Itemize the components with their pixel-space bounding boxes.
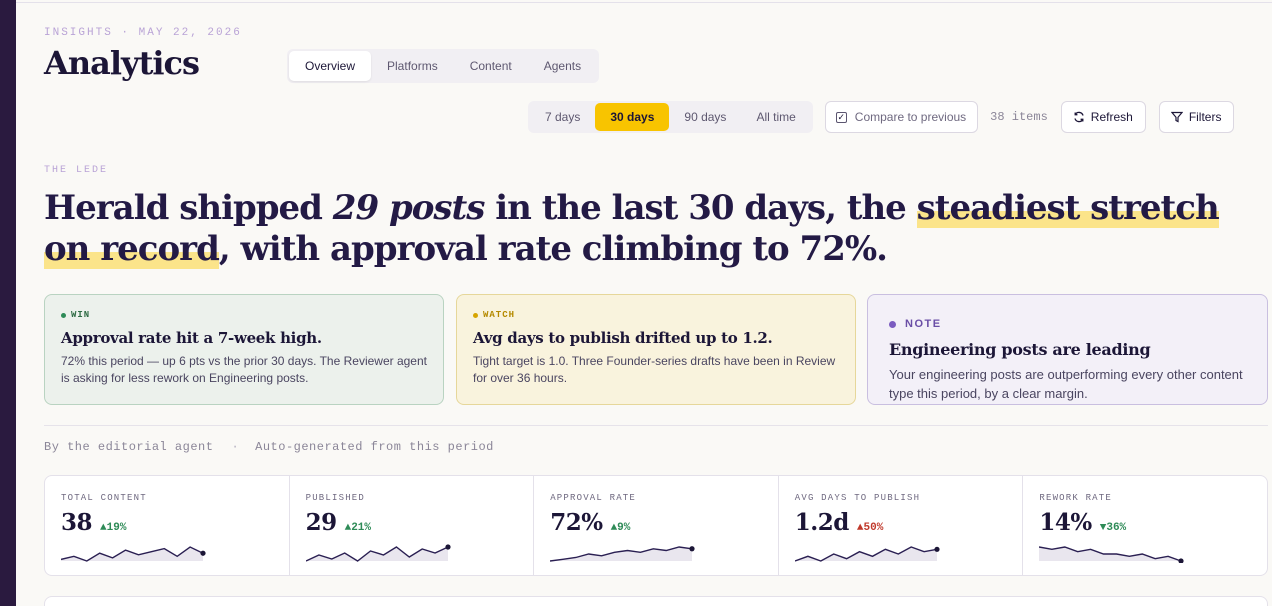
page-title: Analytics — [44, 44, 200, 82]
status-dot-icon — [61, 312, 66, 318]
filters-button[interactable]: Filters — [1158, 101, 1235, 133]
page-eyebrow: INSIGHTS · MAY 22, 2026 — [44, 27, 242, 39]
sparkline-area — [305, 547, 448, 561]
card-tag: NOTE — [889, 318, 1246, 330]
card-tag: WIN — [61, 310, 427, 320]
kpi-value: 14% — [1039, 509, 1092, 536]
tab-content[interactable]: Content — [454, 51, 528, 81]
kpi-label: APPROVAL RATE — [550, 493, 636, 503]
lede-label: THE LEDE — [44, 165, 109, 176]
kpi-delta: ▼36% — [1099, 522, 1127, 534]
insight-card-win: WIN Approval rate hit a 7-week high. 72%… — [44, 294, 444, 405]
kpi-sparkline — [1039, 546, 1184, 563]
insight-cards: WIN Approval rate hit a 7-week high. 72%… — [44, 294, 1268, 405]
sparkline-endpoint — [1178, 558, 1184, 563]
insight-card-note: NOTE Engineering posts are leading Your … — [867, 294, 1268, 405]
kpi-rework-rate[interactable]: REWORK RATE 14% ▼36% — [1022, 476, 1267, 575]
kpi-delta: ▲9% — [610, 522, 631, 534]
lede-text-1: Herald shipped — [44, 188, 333, 228]
sparkline-endpoint — [444, 544, 451, 550]
kpi-value: 72% — [550, 509, 603, 536]
section-divider — [44, 425, 1268, 426]
kpi-approval-rate[interactable]: APPROVAL RATE 72% ▲9% — [533, 476, 778, 575]
kpi-delta: ▲19% — [100, 522, 127, 534]
status-dot-icon — [473, 312, 478, 318]
tab-agents[interactable]: Agents — [528, 51, 597, 81]
view-tabs: Overview Platforms Content Agents — [287, 49, 600, 83]
kpi-sparkline — [794, 546, 940, 562]
next-panel — [44, 596, 1268, 606]
refresh-button[interactable]: Refresh — [1060, 101, 1146, 133]
lede-text-2: in the last 30 days, the — [484, 188, 917, 228]
main-content: INSIGHTS · MAY 22, 2026 Analytics Overvi… — [44, 0, 1272, 606]
compare-toggle[interactable]: ✓ Compare to previous — [824, 101, 979, 133]
range-30-days[interactable]: 30 days — [595, 103, 670, 131]
sparkline-endpoint — [934, 546, 940, 552]
byline-note: Auto-generated from this period — [255, 440, 494, 454]
kpi-sparkline — [305, 544, 451, 562]
filter-toolbar: 7 days 30 days 90 days All time ✓ Compar… — [528, 101, 1235, 133]
refresh-icon — [1074, 111, 1084, 123]
kpi-label: AVG DAYS TO PUBLISH — [794, 493, 921, 503]
card-title: Engineering posts are leading — [889, 340, 1151, 359]
kpi-label: TOTAL CONTENT — [61, 493, 147, 503]
card-body: Tight target is 1.0. Three Founder-serie… — [473, 354, 836, 385]
app-sidebar — [0, 0, 16, 606]
card-tag: WATCH — [473, 310, 839, 320]
compare-label: Compare to previous — [854, 110, 967, 124]
kpi-sparkline — [550, 546, 695, 562]
lede-headline: Herald shipped 29 posts in the last 30 d… — [44, 188, 1224, 270]
card-tag-label: NOTE — [905, 318, 942, 330]
date-range-selector: 7 days 30 days 90 days All time — [528, 101, 813, 133]
kpi-delta: ▲50% — [856, 522, 884, 534]
kpi-published[interactable]: PUBLISHED 29 ▲21% — [288, 476, 534, 575]
kpi-sparkline — [61, 546, 206, 562]
kpi-label: PUBLISHED — [305, 493, 366, 503]
lede-text-3: , with approval rate climbing to 72%. — [218, 229, 888, 269]
range-7-days[interactable]: 7 days — [530, 103, 595, 131]
card-title: Avg days to publish drifted up to 1.2. — [473, 329, 773, 347]
filter-icon — [1170, 111, 1183, 123]
range-all-time[interactable]: All time — [741, 103, 810, 131]
kpi-strip: TOTAL CONTENT 38 ▲19% PUBLISHED 29 ▲21% AP… — [44, 475, 1268, 576]
tab-platforms[interactable]: Platforms — [371, 51, 454, 81]
sparkline-endpoint — [689, 546, 695, 552]
items-count: 38 items — [990, 110, 1048, 124]
card-tag-label: WATCH — [483, 310, 516, 320]
kpi-delta: ▲21% — [344, 522, 372, 534]
kpi-avg-days-to-publish[interactable]: AVG DAYS TO PUBLISH 1.2d ▲50% — [777, 476, 1023, 575]
sparkline-endpoint — [200, 550, 206, 556]
status-dot-icon — [889, 320, 896, 328]
card-tag-label: WIN — [71, 310, 91, 320]
kpi-value: 1.2d — [794, 509, 850, 536]
byline-separator: · — [231, 440, 240, 454]
compare-checkbox[interactable]: ✓ — [835, 111, 847, 123]
byline-author: By the editorial agent — [44, 440, 214, 454]
byline: By the editorial agent · Auto-generated fr… — [44, 440, 494, 454]
card-body: Your engineering posts are outperforming… — [889, 367, 1243, 401]
kpi-label: REWORK RATE — [1039, 493, 1112, 503]
kpi-total-content[interactable]: TOTAL CONTENT 38 ▲19% — [45, 476, 289, 575]
tab-overview[interactable]: Overview — [289, 51, 372, 81]
card-title: Approval rate hit a 7-week high. — [61, 329, 322, 347]
insight-card-watch: WATCH Avg days to publish drifted up to … — [456, 294, 856, 405]
kpi-value: 38 — [61, 509, 93, 536]
card-body: 72% this period — up 6 pts vs the prior … — [61, 354, 427, 385]
lede-emphasis: 29 posts — [332, 188, 486, 228]
filters-label: Filters — [1188, 110, 1222, 124]
range-90-days[interactable]: 90 days — [669, 103, 741, 131]
kpi-value: 29 — [305, 509, 338, 536]
refresh-label: Refresh — [1090, 110, 1133, 124]
